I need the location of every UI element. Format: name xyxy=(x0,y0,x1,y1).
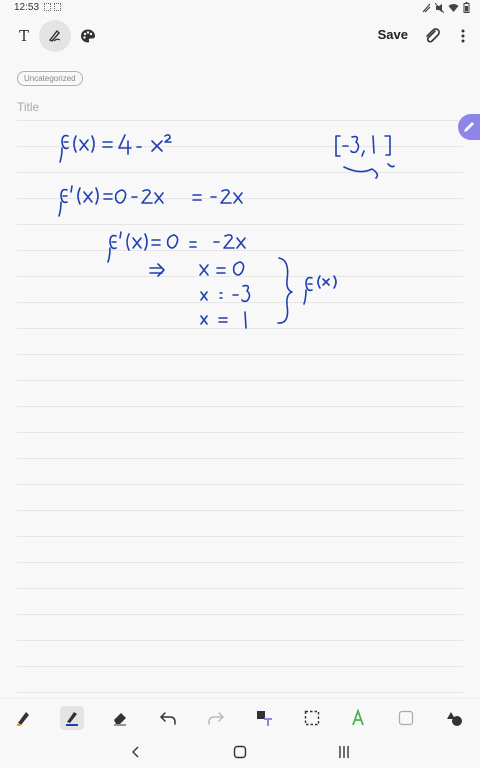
screenshot-icon xyxy=(44,3,51,11)
wifi-icon xyxy=(448,3,459,12)
home-button[interactable] xyxy=(228,742,252,762)
drawing-toolbar xyxy=(0,698,480,736)
eraser-button[interactable] xyxy=(110,708,130,728)
ink-line-5 xyxy=(200,284,251,303)
convert-text-icon xyxy=(257,711,272,726)
cast-icon xyxy=(54,3,61,11)
handwriting-canvas[interactable] xyxy=(0,120,480,698)
recents-icon xyxy=(339,746,349,758)
highlighter-icon xyxy=(66,712,78,726)
vibrate-icon xyxy=(422,3,431,12)
color-button[interactable] xyxy=(396,708,416,728)
pen-mode-button[interactable] xyxy=(39,20,71,52)
pencil-icon xyxy=(464,122,474,132)
pen-style-button[interactable] xyxy=(14,708,34,728)
attach-button[interactable] xyxy=(416,20,448,52)
highlighter-button[interactable] xyxy=(60,706,84,730)
palette-icon xyxy=(81,29,95,43)
handwritten-math xyxy=(58,134,395,329)
more-icon xyxy=(461,29,465,43)
save-button[interactable]: Save xyxy=(378,27,408,42)
ink-line-1 xyxy=(59,134,172,163)
recents-button[interactable] xyxy=(332,742,356,762)
ink-line-4 xyxy=(149,261,245,277)
ink-line-3 xyxy=(107,231,246,263)
shapes-icon xyxy=(447,712,462,726)
status-bar: 12:53 xyxy=(0,0,480,16)
mute-icon xyxy=(435,2,444,13)
ink-interval xyxy=(335,135,395,179)
select-icon xyxy=(304,710,320,726)
category-chip[interactable]: Uncategorized xyxy=(17,71,83,86)
home-icon xyxy=(233,745,247,759)
select-button[interactable] xyxy=(302,708,322,728)
back-icon xyxy=(132,746,139,758)
ink-brace xyxy=(277,257,337,324)
back-button[interactable] xyxy=(124,742,148,762)
top-toolbar: T Save xyxy=(0,16,480,56)
undo-icon xyxy=(159,712,176,725)
shape-recognize-button[interactable] xyxy=(348,708,368,728)
eraser-icon xyxy=(114,713,126,726)
text-mode-button[interactable]: T xyxy=(8,20,40,52)
pen-icon xyxy=(48,29,61,42)
redo-icon xyxy=(208,712,225,725)
title-field[interactable]: Title xyxy=(17,100,39,114)
pen-style-icon xyxy=(17,712,29,726)
palette-button[interactable] xyxy=(72,20,104,52)
text-icon: T xyxy=(18,27,29,45)
system-nav-bar xyxy=(0,736,480,768)
battery-icon xyxy=(463,2,470,13)
redo-button[interactable] xyxy=(206,708,226,728)
pen-side-handle[interactable] xyxy=(458,114,480,140)
attach-icon xyxy=(426,28,440,43)
ink-line-2 xyxy=(58,185,243,217)
undo-button[interactable] xyxy=(158,708,178,728)
status-time: 12:53 xyxy=(14,2,40,13)
convert-text-button[interactable] xyxy=(254,708,274,728)
ink-line-6 xyxy=(200,311,247,329)
shapes-button[interactable] xyxy=(444,708,464,728)
color-icon xyxy=(398,710,414,726)
shape-recognize-icon xyxy=(352,709,364,726)
more-options-button[interactable] xyxy=(454,20,472,52)
